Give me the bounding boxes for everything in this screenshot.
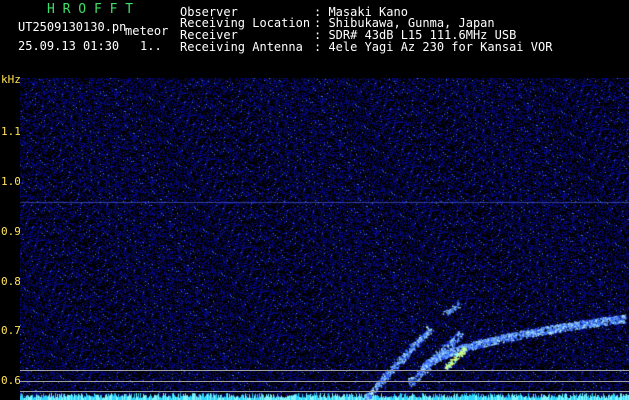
hrofft-window: H R O F F T UT2509130130.pn meteor 25.09… — [0, 0, 629, 400]
y-axis-unit: kHz — [1, 73, 21, 86]
y-tick-1-1: 1.1 — [1, 125, 21, 138]
antenna-value: : 4ele Yagi Az 230 for Kansai VOR — [314, 40, 553, 54]
detection-tag: meteor — [125, 24, 169, 38]
page-indicator: 1.. — [140, 39, 162, 53]
y-tick-0-7: 0.7 — [1, 324, 21, 337]
app-logo: H R O F F T — [47, 2, 134, 17]
timestamp: 25.09.13 01:30 — [18, 39, 120, 53]
spectrogram-area — [20, 78, 629, 400]
reference-line-upper — [20, 370, 629, 371]
y-tick-0-8: 0.8 — [1, 275, 21, 288]
file-name: UT2509130130.pn — [18, 20, 127, 34]
reference-line-middle — [20, 381, 629, 382]
reference-line-lower — [20, 391, 629, 392]
y-tick-0-9: 0.9 — [1, 225, 21, 238]
y-tick-0-6: 0.6 — [1, 374, 21, 387]
y-tick-1-0: 1.0 — [1, 175, 21, 188]
spectrogram-canvas — [20, 78, 629, 400]
antenna-label: Receiving Antenna — [180, 40, 303, 54]
